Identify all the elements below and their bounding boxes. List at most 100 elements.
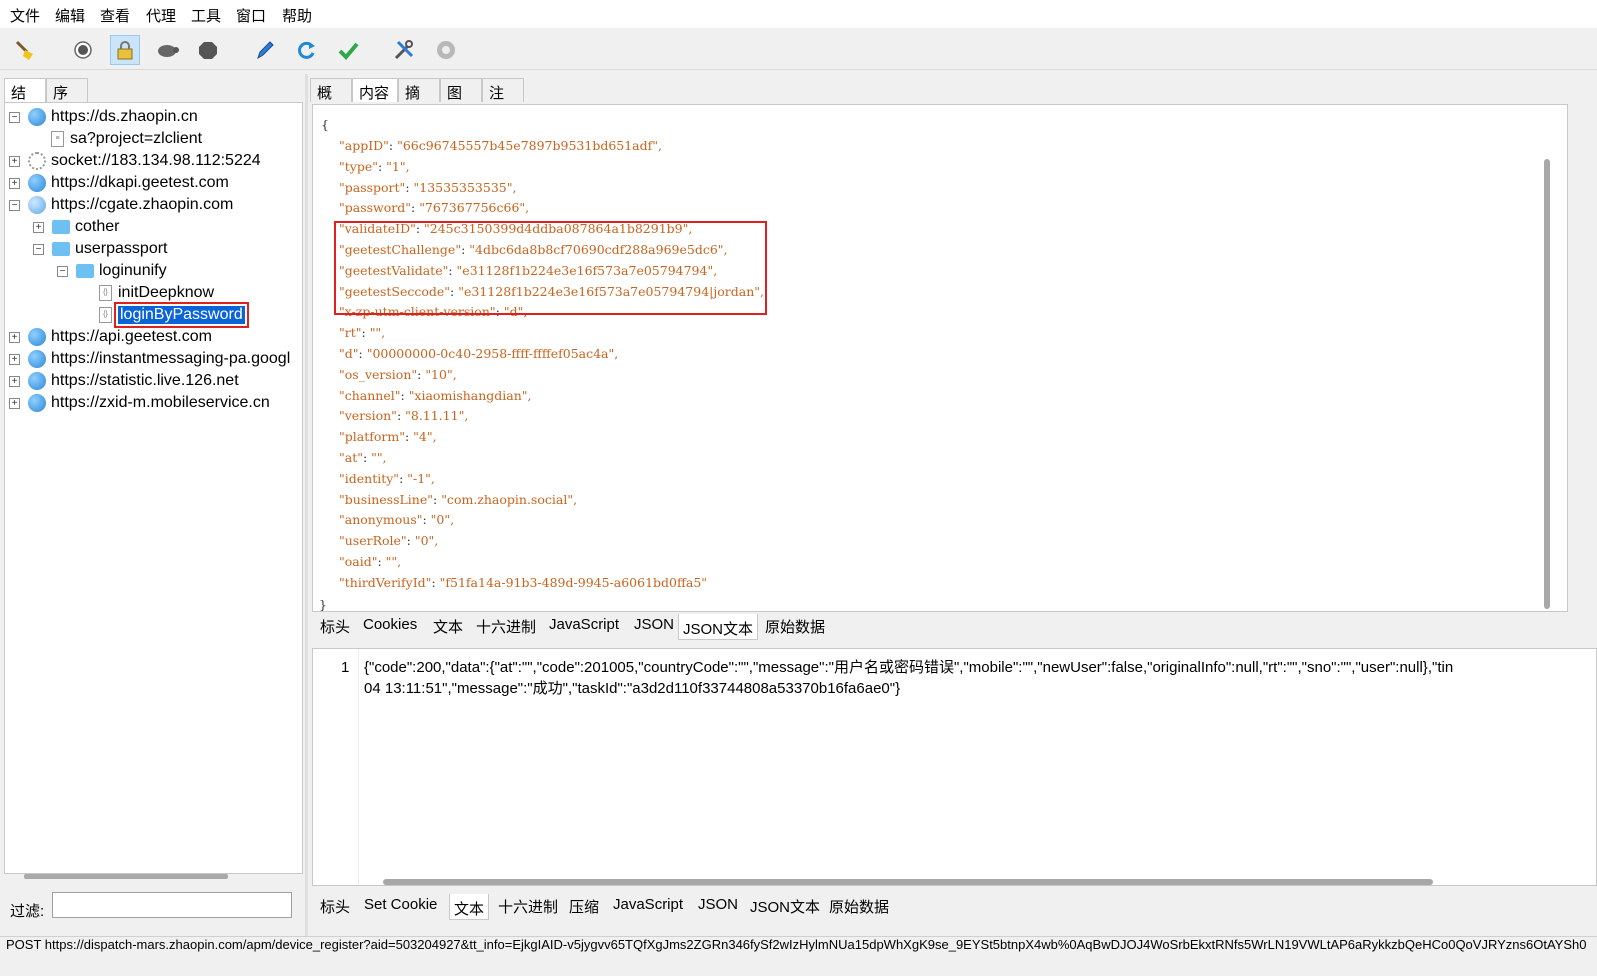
check-icon[interactable] [333,35,363,65]
collapse-icon[interactable]: − [33,243,44,255]
tab-response-json-text[interactable]: JSON文本 [746,896,824,920]
tab-summary[interactable]: 摘要 [398,78,440,123]
line-gutter: 1 [313,649,359,885]
json-key: "anonymous" [339,512,423,528]
tab-response-json[interactable]: JSON [694,896,742,920]
tab-chart[interactable]: 图表 [440,78,482,123]
json-key: "d" [339,346,359,361]
refresh-icon[interactable] [291,35,321,65]
toolbar [0,28,1597,70]
turtle-icon[interactable] [152,35,182,65]
tab-response-text[interactable]: 文本 [449,894,490,920]
script-file-icon: {} [99,285,112,301]
stop-icon[interactable] [193,35,223,65]
menu-tools[interactable]: 工具 [191,5,221,26]
collapse-icon[interactable]: − [57,265,68,277]
tree-node[interactable]: + https://zxid-m.mobileservice.cn [9,392,270,414]
expand-icon[interactable]: + [33,221,44,233]
json-line: "channel": "xiaomishangdian", [339,387,532,403]
tab-response-javascript[interactable]: JavaScript [609,896,687,920]
tab-contents[interactable]: 内容 [352,78,398,102]
globe-icon [28,372,46,390]
tree-node[interactable]: + https://statistic.live.126.net [9,370,239,392]
menu-window[interactable]: 窗口 [236,5,266,26]
tab-structure[interactable]: 结构 [4,78,46,123]
line-number: 1 [341,659,350,676]
json-line: "thirdVerifyId": "f51fa14a-91b3-489d-994… [339,574,708,590]
settings-icon[interactable] [431,35,461,65]
json-key: "version" [339,408,397,424]
request-json-view[interactable]: { "appID": "66c96745557b45e7897b9531bd65… [312,104,1568,612]
status-url: POST https://dispatch-mars.zhaopin.com/a… [6,937,1586,952]
pen-icon[interactable] [250,35,280,65]
menu-edit[interactable]: 编辑 [55,5,85,26]
tree-node[interactable]: − https://ds.zhaopin.cn [9,106,198,128]
lightning-globe-icon [28,196,46,214]
tree-node-selected[interactable]: {} loginByPassword [99,302,249,328]
filter-input[interactable] [52,892,292,918]
tree-node[interactable]: + https://instantmessaging-pa.googl [9,348,290,370]
tree-node[interactable]: + cother [33,216,119,238]
collapse-icon[interactable]: − [9,111,20,123]
tab-notes[interactable]: 注释 [482,78,524,123]
tab-request-json[interactable]: JSON [630,616,678,640]
tab-request-hex[interactable]: 十六进制 [472,616,540,640]
structure-pane: 结构 序列 − https://ds.zhaopin.cn ≡ sa?proje… [0,74,305,936]
menu-help[interactable]: 帮助 [282,5,312,26]
menu-file[interactable]: 文件 [10,5,40,26]
record-icon[interactable] [68,35,98,65]
json-value: "xiaomishangdian", [408,387,532,403]
status-bar: POST https://dispatch-mars.zhaopin.com/a… [0,936,1597,976]
expand-icon[interactable]: + [9,397,20,409]
filter-label: 过滤: [10,903,45,920]
json-value: "-1", [407,470,435,486]
tab-response-compress[interactable]: 压缩 [565,896,603,920]
tab-request-json-text[interactable]: JSON文本 [678,614,759,640]
broom-icon[interactable] [10,35,40,65]
tree-node[interactable]: − loginunify [57,260,167,282]
tree-node[interactable]: − userpassport [33,238,168,260]
json-line: "d": "00000000-0c40-2958-ffff-ffffef05ac… [339,346,619,361]
tab-response-hex[interactable]: 十六进制 [494,896,562,920]
tab-sequence[interactable]: 序列 [46,78,88,123]
json-line: "identity": "-1", [339,470,435,486]
tab-request-javascript[interactable]: JavaScript [545,616,623,640]
json-key: "platform" [339,429,405,445]
menu-proxy[interactable]: 代理 [146,5,176,26]
tree-node[interactable]: {} initDeepknow [99,282,214,304]
json-key: "type" [339,158,378,174]
tab-request-text[interactable]: 文本 [429,616,467,640]
tree-node[interactable]: − https://cgate.zhaopin.com [9,194,233,216]
tab-response-set-cookie[interactable]: Set Cookie [360,896,441,920]
socket-icon [28,152,46,170]
expand-icon[interactable]: + [9,177,20,189]
tab-response-raw[interactable]: 原始数据 [825,896,893,920]
expand-icon[interactable]: + [9,155,20,167]
lock-icon[interactable] [110,35,140,65]
json-line: "at": "", [339,450,387,465]
tree-node[interactable]: + socket://183.134.98.112:5224 [9,150,261,172]
json-line: "oaid": "", [339,554,402,569]
tools-icon[interactable] [389,35,419,65]
expand-icon[interactable]: + [9,353,20,365]
json-key: "at" [339,450,363,465]
request-vertical-scrollbar[interactable] [1544,159,1550,609]
response-horizontal-scrollbar[interactable] [383,879,1433,885]
json-line: "platform": "4", [339,429,437,445]
tree-node[interactable]: ≡ sa?project=zlclient [51,128,202,150]
response-view[interactable]: 1 {"code":200,"data":{"at":"","code":201… [312,648,1597,886]
tab-request-raw[interactable]: 原始数据 [761,616,829,640]
tree-node[interactable]: + https://api.geetest.com [9,326,212,348]
tab-response-headers[interactable]: 标头 [316,896,354,920]
menu-view[interactable]: 查看 [100,5,130,26]
expand-icon[interactable]: + [9,375,20,387]
json-value: "8.11.11", [405,408,469,424]
tree-horizontal-scrollbar[interactable] [24,874,228,879]
collapse-icon[interactable]: − [9,199,20,211]
tab-request-headers[interactable]: 标头 [316,616,354,640]
expand-icon[interactable]: + [9,331,20,343]
tab-request-cookies[interactable]: Cookies [359,616,421,640]
tree-node[interactable]: + https://dkapi.geetest.com [9,172,229,194]
json-value: "", [371,450,387,465]
tab-overview[interactable]: 概述 [310,78,352,123]
